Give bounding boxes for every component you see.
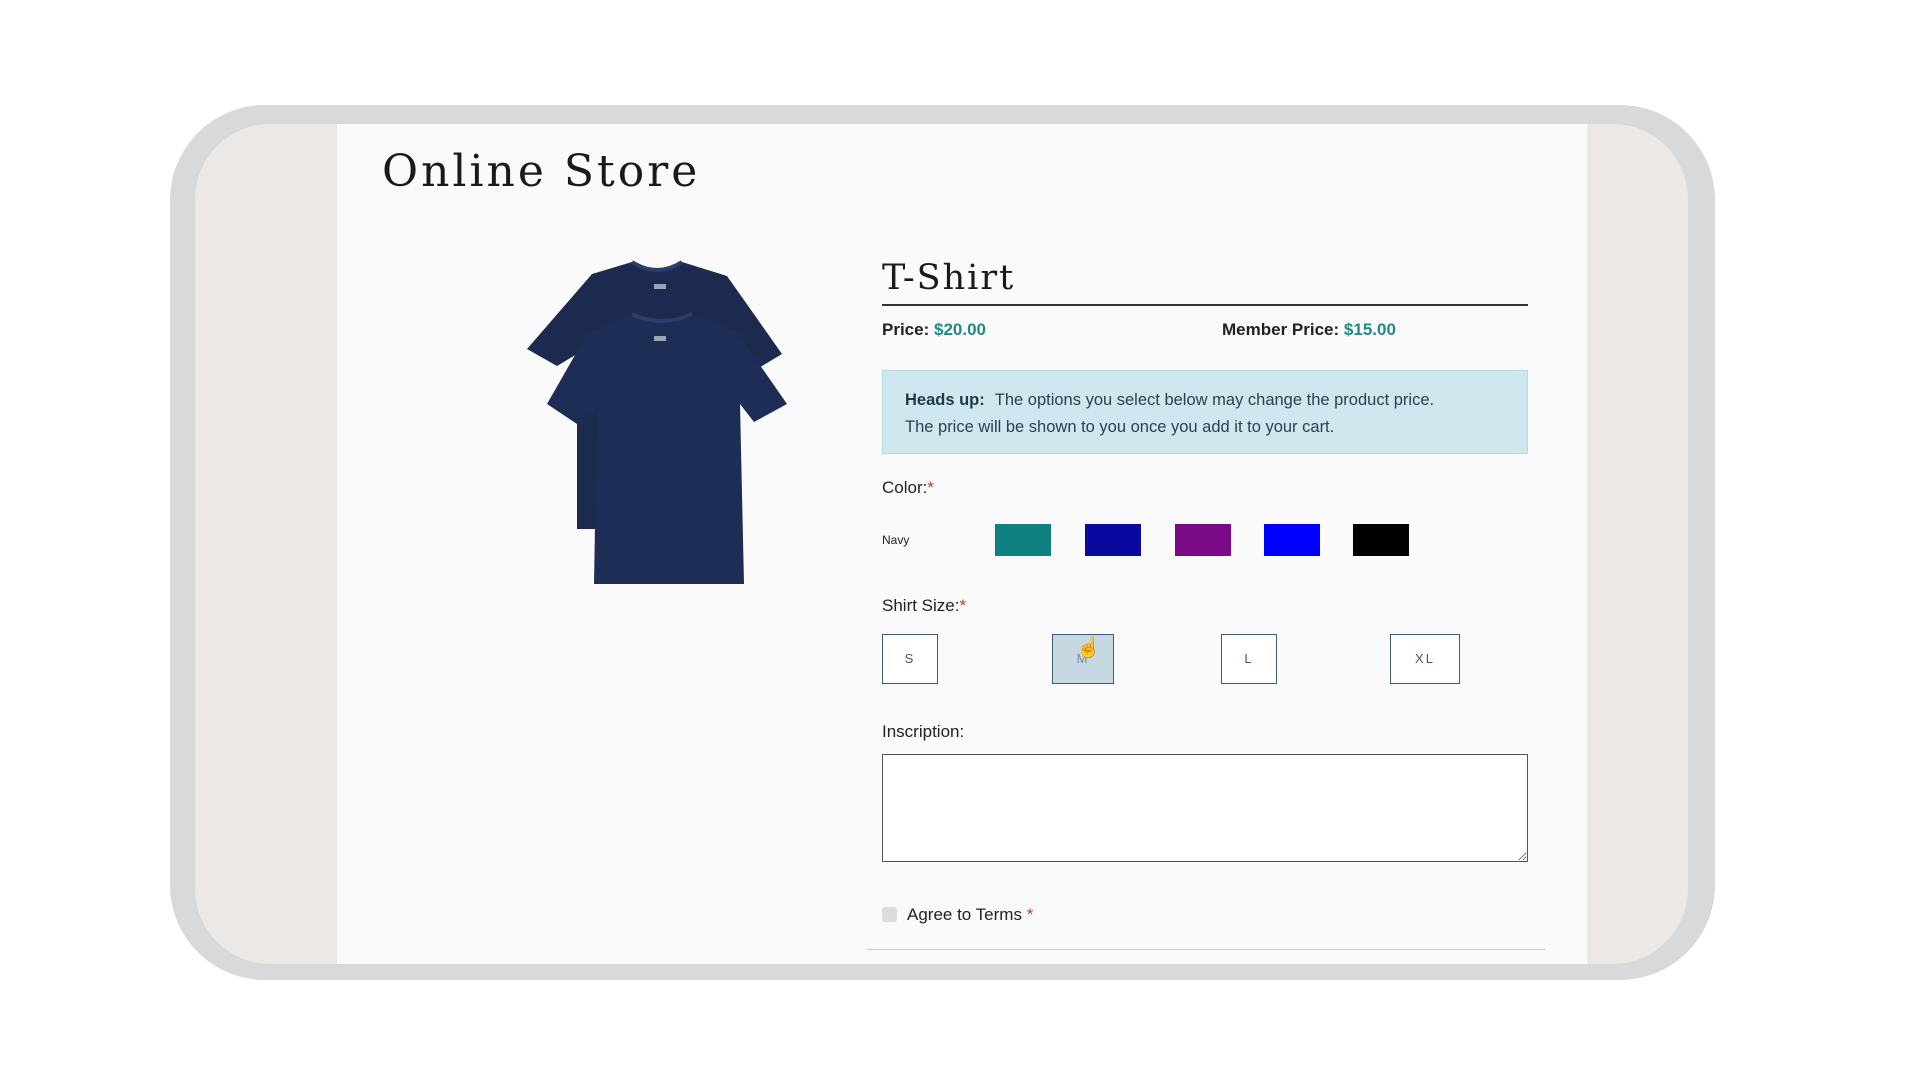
color-options: Navy: [882, 524, 1528, 560]
price: Price: $20.00: [882, 320, 986, 340]
alert-line-2: The price will be shown to you once you …: [905, 418, 1335, 436]
inscription-textarea[interactable]: [882, 754, 1528, 862]
inscription-label: Inscription:: [882, 722, 965, 741]
product-name: T-Shirt: [882, 254, 1528, 306]
device-screen: Online Store T-Shirt Price: $20.00 Membe…: [195, 124, 1688, 964]
price-label: Price:: [882, 320, 930, 339]
color-swatch-navy[interactable]: [1085, 524, 1141, 556]
heads-up-alert: Heads up: The options you select below ma…: [882, 370, 1528, 454]
member-price-label: Member Price:: [1222, 320, 1340, 339]
agree-terms-label[interactable]: Agree to Terms: [907, 905, 1022, 924]
tshirt-image: [527, 260, 787, 584]
color-label-text: Color:: [882, 478, 928, 497]
hand-pointer-icon: ☝: [1076, 637, 1101, 659]
required-mark: *: [927, 478, 934, 497]
size-button-s[interactable]: S: [882, 634, 938, 684]
price-value: $20.00: [933, 320, 986, 339]
color-label: Color:*: [882, 478, 1528, 498]
required-mark: *: [1026, 905, 1034, 924]
color-swatch-blue[interactable]: [1264, 524, 1320, 556]
price-row: Price: $20.00 Member Price: $15.00: [882, 320, 1528, 344]
size-label: Shirt Size:*: [882, 596, 1528, 616]
agree-terms-checkbox[interactable]: [882, 907, 897, 922]
store-title: Online Store: [382, 146, 701, 197]
product-details: T-Shirt Price: $20.00 Member Price: $15.…: [882, 254, 1528, 926]
size-button-xl[interactable]: XL: [1390, 634, 1460, 684]
member-price-value: $15.00: [1343, 320, 1396, 339]
required-mark: *: [959, 596, 967, 615]
alert-line-1: The options you select below may change …: [994, 391, 1435, 409]
divider: [867, 949, 1545, 950]
alert-heading: Heads up:: [905, 391, 985, 409]
member-price: Member Price: $15.00: [1222, 320, 1396, 340]
size-options: S M ☝ L XL: [882, 634, 1528, 688]
size-label-text: Shirt Size:: [882, 596, 960, 615]
color-swatch-teal[interactable]: [995, 524, 1051, 556]
color-swatch-purple[interactable]: [1175, 524, 1231, 556]
size-button-m[interactable]: M ☝: [1052, 634, 1114, 684]
selected-color-name: Navy: [882, 533, 910, 547]
agree-terms-row: Agree to Terms *: [882, 904, 1528, 926]
size-button-l[interactable]: L: [1221, 634, 1277, 684]
store-page: Online Store T-Shirt Price: $20.00 Membe…: [337, 124, 1587, 964]
color-swatch-black[interactable]: [1353, 524, 1409, 556]
